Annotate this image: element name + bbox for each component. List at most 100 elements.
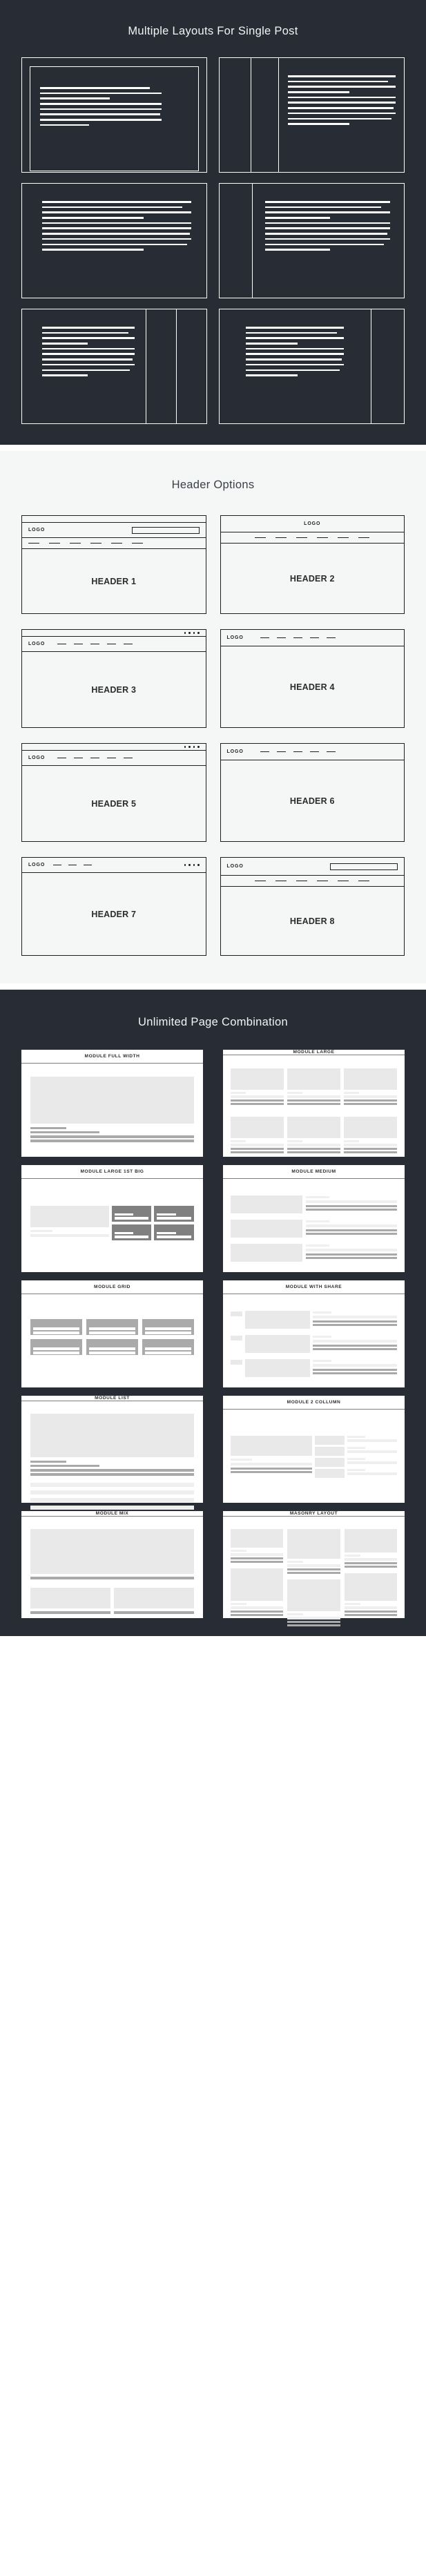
header-card-6[interactable]: LOGO HEADER 6 [220,743,405,842]
header-preview-body: HEADER 3 [22,652,206,727]
module-card-mix[interactable]: MODULE MIX [21,1511,203,1618]
module-preview [223,1294,405,1387]
feature-thumb [154,1206,194,1222]
nav-links[interactable] [57,643,133,645]
header-card-3[interactable]: LOGO HEADER 3 [21,629,206,728]
thumb-row [231,1117,397,1153]
module-card-large[interactable]: MODULE LARGE [223,1050,405,1157]
header-label: HEADER 7 [91,909,137,919]
social-dots-icon[interactable] [184,632,200,634]
header-card-4[interactable]: LOGO HEADER 4 [220,629,405,728]
grid-tile [30,1339,82,1355]
nav-links[interactable] [260,751,336,753]
share-icon[interactable] [231,1360,242,1365]
header-card-8[interactable]: LOGO HEADER 8 [220,857,405,956]
list-item [231,1335,397,1353]
image-placeholder [287,1529,340,1559]
share-icon[interactable] [231,1311,242,1316]
section-divider [0,445,426,451]
header-card-2[interactable]: LOGO HEADER 2 [220,515,405,614]
module-title: MODULE WITH SHARE [285,1285,342,1289]
image-placeholder [344,1068,397,1090]
module-preview [223,1179,405,1272]
layout-card-full-width[interactable] [21,183,207,298]
body-line [30,1140,194,1142]
section-unlimited-page-combination: Unlimited Page Combination MODULE FULL W… [0,990,426,1636]
nav-links[interactable] [255,880,370,882]
feature-thumb [154,1224,194,1240]
module-header: MODULE LARGE 1ST BIG [21,1165,203,1179]
module-card-medium[interactable]: MODULE MEDIUM [223,1165,405,1272]
module-title: MODULE LIST [95,1396,130,1401]
image-placeholder [30,1077,194,1124]
image-placeholder [315,1436,345,1445]
image-placeholder [344,1573,397,1601]
header-label: HEADER 6 [289,796,335,806]
share-icon[interactable] [231,1336,242,1340]
module-card-large-first-big[interactable]: MODULE LARGE 1ST BIG [21,1165,203,1272]
feature-thumb [111,1206,152,1222]
nav-links[interactable] [53,864,93,866]
layout-card-centered-boxed[interactable] [21,57,207,173]
layout-card-two-sidebars-right[interactable] [21,309,207,424]
sidebar-col [145,309,176,423]
module-header: MODULE FULL WIDTH [21,1050,203,1064]
logo-text: LOGO [28,863,46,867]
module-title: MODULE LARGE 1ST BIG [80,1169,144,1174]
header-preview-body: HEADER 5 [22,766,206,841]
module-title: MODULE MEDIUM [291,1169,336,1174]
meta-line [30,1461,67,1463]
module-card-with-share[interactable]: MODULE WITH SHARE [223,1280,405,1387]
thumb-item [231,1117,284,1153]
image-placeholder [231,1117,284,1138]
search-input[interactable] [330,863,398,870]
header-label: HEADER 1 [91,576,137,586]
side-column [315,1436,397,1478]
header-card-5[interactable]: LOGO HEADER 5 [21,743,206,842]
search-input[interactable] [131,526,200,534]
social-dots-icon[interactable] [184,864,200,866]
layout-card-sidebar-left[interactable] [219,183,405,298]
module-card-full-width[interactable]: MODULE FULL WIDTH [21,1050,203,1157]
social-dots-icon[interactable] [184,746,200,748]
nav-links[interactable] [255,537,370,539]
headers-grid: LOGO HEADER 1 LOGO HEADER 2 LOGO HEADER … [0,515,426,956]
header-card-7[interactable]: LOGO HEADER 7 [21,857,206,956]
image-placeholder [244,1359,310,1377]
layout-card-two-sidebars-left[interactable] [219,57,405,173]
side-item [315,1436,397,1445]
body-line [30,1577,194,1579]
module-card-masonry[interactable]: MASONRY LAYOUT [223,1511,405,1626]
image-placeholder [30,1588,110,1608]
sidebar-col [251,58,278,172]
module-card-list[interactable]: MODULE LIST [21,1396,203,1510]
logo-text: LOGO [226,749,244,754]
logo-text: LOGO [28,642,46,646]
sidebar-col [370,309,404,423]
body-line [30,1135,194,1138]
image-placeholder [231,1068,284,1090]
module-card-two-column[interactable]: MODULE 2 COLLUMN [223,1396,405,1503]
module-preview [21,1517,203,1619]
header-card-1[interactable]: LOGO HEADER 1 [21,515,206,614]
page-title-modules: Unlimited Page Combination [138,1016,288,1028]
text-lines [42,327,135,380]
body-line [30,1469,194,1472]
thumb-item [231,1068,284,1105]
nav-links[interactable] [28,542,143,544]
module-card-grid[interactable]: MODULE GRID [21,1280,203,1387]
image-placeholder [30,1206,109,1227]
section-multiple-layouts: Multiple Layouts For Single Post [0,0,426,445]
module-header: MODULE MEDIUM [223,1165,405,1179]
header-nav-row [220,532,404,544]
module-preview [223,1517,405,1631]
two-column-row [231,1436,397,1478]
side-item [315,1469,397,1478]
grid-row [30,1319,194,1335]
nav-links[interactable] [260,637,336,639]
module-preview [21,1401,203,1515]
title-line [30,1131,99,1133]
nav-links[interactable] [57,757,133,759]
page-root: Multiple Layouts For Single Post Header … [0,0,426,1636]
layout-card-sidebar-right[interactable] [219,309,405,424]
